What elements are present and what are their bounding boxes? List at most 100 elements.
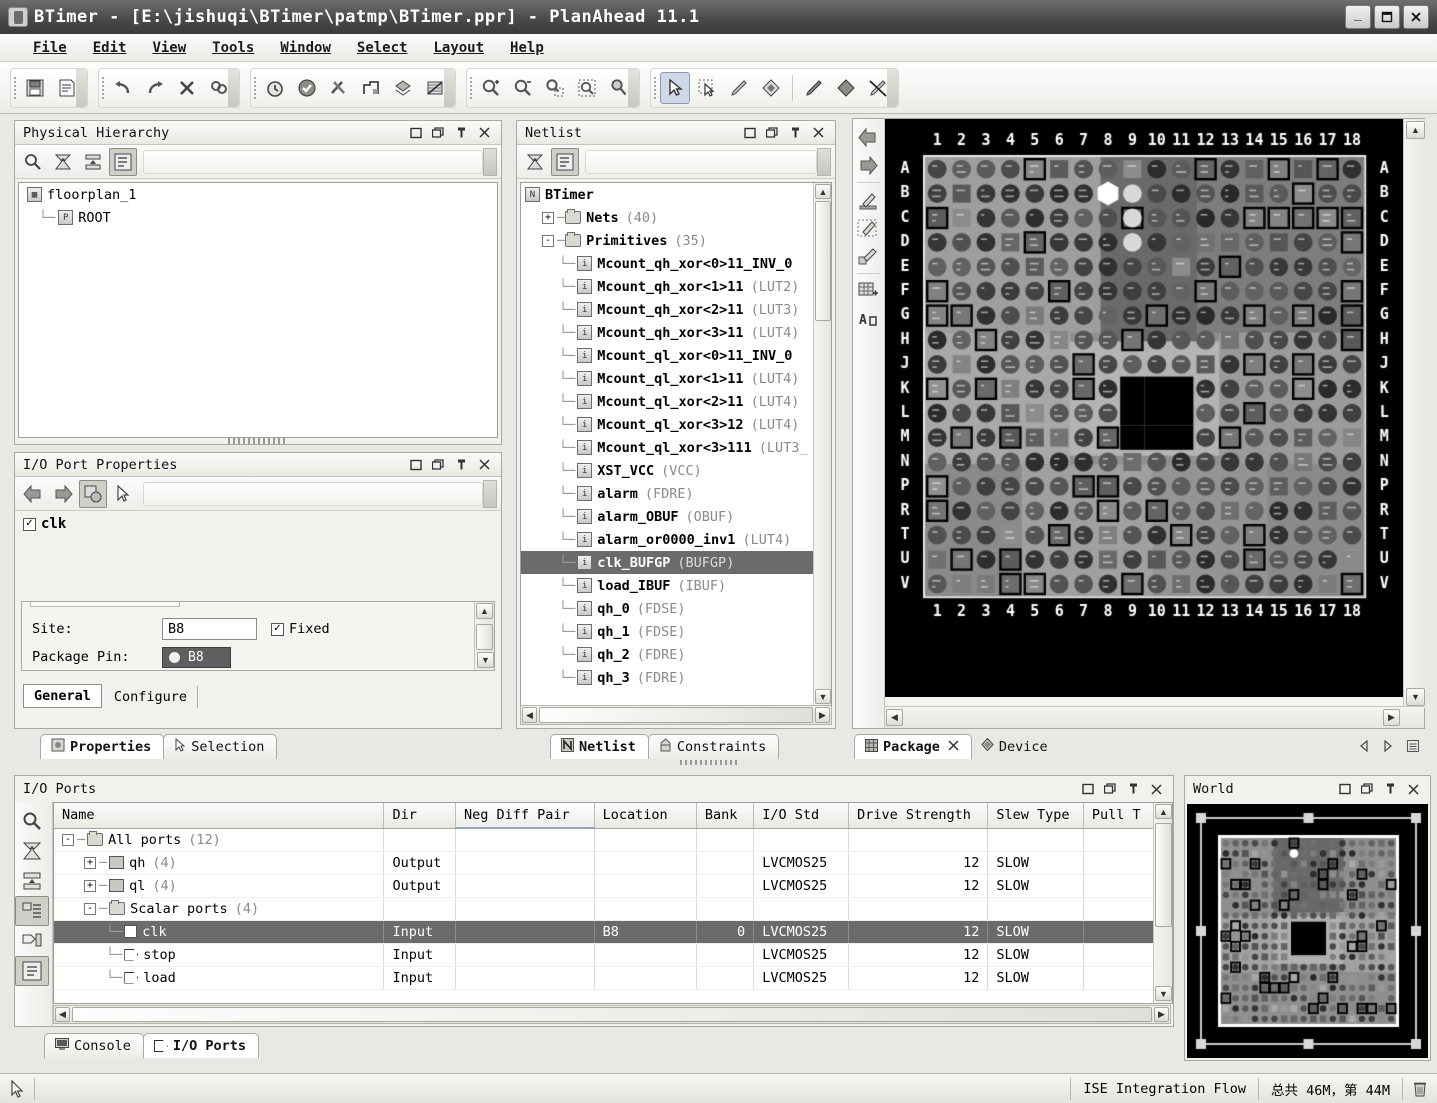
collapse-icon[interactable]: - xyxy=(542,234,554,247)
tab-constraints[interactable]: Constraints xyxy=(647,734,780,759)
cell-name[interactable]: └─ ✓ clk xyxy=(54,920,385,944)
netlist-tree-item[interactable]: └─ i Mcount_ql_xor<3>12 (LUT4) xyxy=(521,413,813,436)
close-icon[interactable] xyxy=(478,458,491,471)
restore-icon[interactable] xyxy=(1338,783,1351,796)
expand-all-icon[interactable] xyxy=(15,866,49,896)
delete-icon[interactable] xyxy=(172,72,202,104)
cell-dir[interactable]: Input xyxy=(383,920,456,944)
zoom-in-icon[interactable] xyxy=(476,72,506,104)
cell-location[interactable] xyxy=(594,966,697,990)
cell-dir[interactable]: Output xyxy=(383,851,456,875)
physical-hierarchy-toolbar[interactable] xyxy=(15,145,501,179)
scroll-up-button[interactable]: ▲ xyxy=(476,603,493,619)
floorplan-icon[interactable] xyxy=(356,72,386,104)
tab-netlist[interactable]: Netlist xyxy=(550,734,649,759)
search-icon[interactable] xyxy=(15,806,49,836)
cell-slew-type[interactable]: SLOW xyxy=(987,966,1084,990)
form-vscrollbar[interactable]: ▲ ▼ xyxy=(474,602,494,670)
tab-package[interactable]: Package xyxy=(854,734,972,759)
toolbar-overflow[interactable] xyxy=(483,147,497,176)
drc-check-icon[interactable] xyxy=(292,72,322,104)
netlist-tree-item[interactable]: └─ i XST_VCC (VCC) xyxy=(521,459,813,482)
float-icon[interactable] xyxy=(1361,783,1374,796)
zoom-fit-icon[interactable] xyxy=(572,72,602,104)
io-ports-table[interactable]: Name Dir Neg Diff Pair Location Bank I/O Std D… xyxy=(54,803,1172,990)
back-icon[interactable] xyxy=(19,480,47,508)
select-tool-icon[interactable] xyxy=(660,71,690,104)
unplace-icon[interactable] xyxy=(15,926,49,956)
cell-bank[interactable]: 0 xyxy=(696,920,755,944)
table-row[interactable]: └─ ✓ clk Input B8 0 LVCMOS25 12 SLOW xyxy=(54,920,1172,944)
cell-location[interactable] xyxy=(594,851,697,875)
io-ports-vscrollbar[interactable]: ▲ ▼ xyxy=(1153,803,1172,1003)
schematic-icon[interactable] xyxy=(420,72,450,104)
netlist-tree-rows[interactable]: N BTimer + ─ Nets (40) - ─ Primitives (35) └─ i Mcou… xyxy=(521,183,813,689)
io-ports-table-wrap[interactable]: Name Dir Neg Diff Pair Location Bank I/O Std D… xyxy=(53,802,1173,1004)
tab-selection[interactable]: Selection xyxy=(163,734,278,759)
cell-slew-type[interactable]: SLOW xyxy=(987,851,1084,875)
netlist-tree-item[interactable]: └─ i alarm (FDRE) xyxy=(521,482,813,505)
search-icon[interactable] xyxy=(19,148,47,176)
cell-neg-diff-pair[interactable] xyxy=(455,920,595,944)
restore-icon[interactable] xyxy=(409,458,422,471)
cell-neg-diff-pair[interactable] xyxy=(455,943,595,967)
scroll-thumb[interactable] xyxy=(815,201,831,321)
netlist-tree-item[interactable]: N BTimer xyxy=(521,183,813,206)
column-header[interactable]: I/O Std xyxy=(753,803,850,829)
window-controls[interactable]: _ xyxy=(1345,5,1433,29)
column-header[interactable]: Dir xyxy=(383,803,456,829)
inner-tabs[interactable]: General Configure xyxy=(23,684,199,708)
netlist-tree-item[interactable]: └─ i clk_BUFGP (BUFGP) xyxy=(521,551,813,574)
cell-io-std[interactable]: LVCMOS25 xyxy=(753,920,850,944)
cell-bank[interactable] xyxy=(696,874,755,898)
expand-icon[interactable]: + xyxy=(84,856,96,869)
menu-view[interactable]: View xyxy=(139,37,199,59)
pin-icon[interactable] xyxy=(1384,783,1397,796)
scroll-up-button[interactable]: ▲ xyxy=(1155,804,1172,819)
scroll-right-button[interactable]: ▶ xyxy=(1383,709,1400,726)
pin-icon[interactable] xyxy=(1127,783,1140,796)
next-view-icon[interactable] xyxy=(1383,739,1393,755)
cell-drive-strength[interactable]: 12 xyxy=(848,874,989,898)
scroll-thumb[interactable] xyxy=(476,624,493,650)
menu-layout[interactable]: Layout xyxy=(420,37,497,59)
cell-location[interactable] xyxy=(594,897,697,921)
netlist-hscrollbar[interactable]: ◀ ▶ xyxy=(520,705,832,725)
close-icon[interactable] xyxy=(812,126,825,139)
minimize-button[interactable]: _ xyxy=(1345,5,1371,29)
link-icon[interactable] xyxy=(79,479,107,508)
save-icon[interactable] xyxy=(20,72,50,104)
netlist-tree-item[interactable]: └─ i Mcount_ql_xor<2>11 (LUT4) xyxy=(521,390,813,413)
grid-icon[interactable] xyxy=(853,277,883,305)
collapse-icon[interactable]: - xyxy=(62,833,74,846)
tab-device[interactable]: Device xyxy=(971,734,1060,759)
cell-slew-type[interactable]: SLOW xyxy=(987,920,1084,944)
hscroll-thumb[interactable] xyxy=(539,707,813,723)
expand-all-icon[interactable] xyxy=(79,148,107,176)
world-minimap[interactable] xyxy=(1187,804,1428,1058)
close-icon[interactable] xyxy=(1150,783,1163,796)
scroll-left-button[interactable]: ◀ xyxy=(886,709,903,726)
fixed-checkbox[interactable]: ✓ xyxy=(271,622,284,636)
netlist-tree-item[interactable]: └─ i Mcount_qh_xor<3>11 (LUT4) xyxy=(521,321,813,344)
forward-icon[interactable] xyxy=(49,480,77,508)
back-icon[interactable] xyxy=(853,123,883,151)
cell-bank[interactable] xyxy=(696,851,755,875)
cell-slew-type[interactable]: SLOW xyxy=(987,943,1084,967)
tab-properties[interactable]: Properties xyxy=(40,734,165,759)
unmark-icon[interactable] xyxy=(831,72,861,104)
place-icon[interactable] xyxy=(853,186,883,214)
cell-dir[interactable] xyxy=(383,828,456,852)
netlist-tree-item[interactable]: └─ i Mcount_ql_xor<0>11_INV_0 xyxy=(521,344,813,367)
netlist-tree[interactable]: N BTimer + ─ Nets (40) - ─ Primitives (35) └─ i Mcou… xyxy=(520,182,832,707)
package-pin-chip[interactable]: B8 xyxy=(162,646,231,668)
cell-location[interactable] xyxy=(594,943,697,967)
table-row[interactable]: + ─ qh (4) Output LVCMOS25 12 SLOW xyxy=(54,851,1172,875)
scroll-right-button[interactable]: ▶ xyxy=(1154,1007,1169,1022)
tree-view-icon[interactable] xyxy=(551,147,579,176)
cell-bank[interactable] xyxy=(696,966,755,990)
tree-view-icon[interactable] xyxy=(109,147,137,176)
scroll-down-button[interactable]: ▼ xyxy=(1406,688,1425,706)
expand-icon[interactable]: + xyxy=(84,879,96,892)
cell-drive-strength[interactable]: 12 xyxy=(848,920,989,944)
